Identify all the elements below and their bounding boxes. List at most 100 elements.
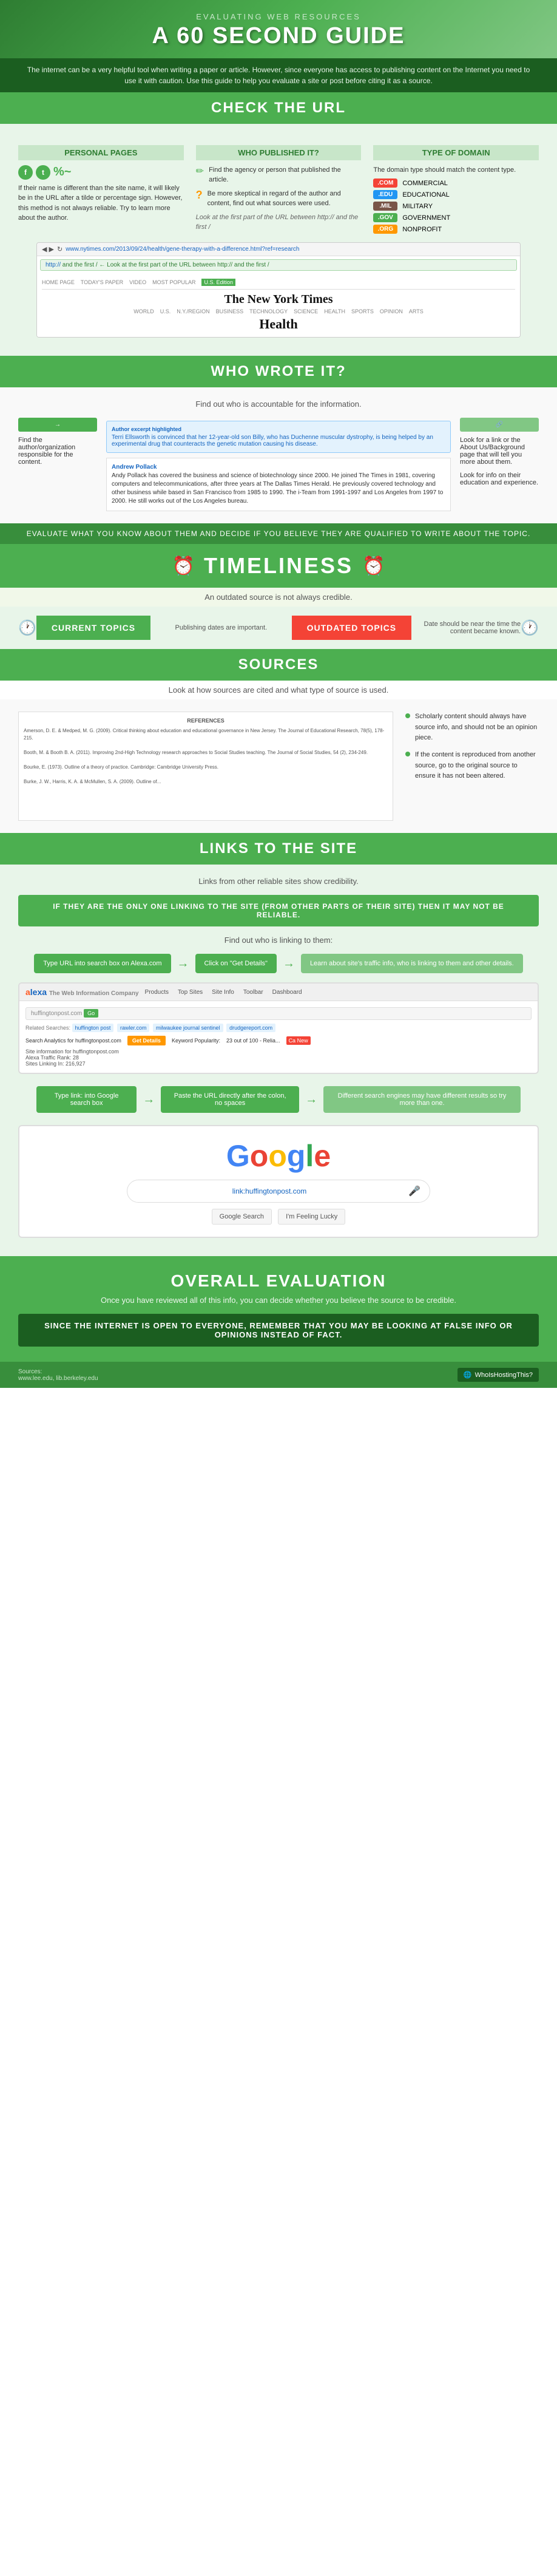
clock-icon-large-right: ⏰ (362, 556, 385, 577)
google-search-button[interactable]: Google Search (212, 1209, 272, 1225)
google-step-2: Paste the URL directly after the colon, … (161, 1086, 299, 1113)
nav-site-info: Site Info (212, 989, 234, 996)
references-box: REFERENCES Amerson, D. E. & Medped, M. G… (18, 712, 393, 821)
who-published-title: Who Published It? (196, 145, 362, 160)
outdated-topics-box: Outdated Topics (292, 616, 412, 640)
type-of-domain-title: Type of Domain (373, 145, 539, 160)
sources-bullet-1: Scholarly content should always have sou… (405, 712, 539, 744)
whois-icon: 🌐 (464, 1371, 472, 1379)
url-bar: ◀ ▶ ↻ www.nytimes.com/2013/09/24/health/… (37, 243, 520, 256)
author-bio: Andrew Pollack Andy Pollack has covered … (106, 458, 451, 511)
author-bio-text: Andy Pollack has covered the business an… (112, 472, 445, 506)
sources-title: Sources (0, 649, 557, 681)
references-text: Amerson, D. E. & Medped, M. G. (2009). C… (24, 727, 388, 786)
timeliness-title-bar: ⏰ Timeliness ⏰ (0, 544, 557, 588)
whois-label: WhoIsHostingThis? (475, 1371, 533, 1379)
person-icon: f (18, 165, 33, 180)
google-search-text: link:huffingtonpost.com (137, 1187, 402, 1195)
google-logo: Google (32, 1138, 525, 1174)
mil-badge: .MIL (373, 202, 397, 211)
flow-arrow-3: → (143, 1093, 155, 1107)
get-details-button[interactable]: Get Details (127, 1036, 166, 1045)
links-description: Links from other reliable sites show cre… (18, 877, 539, 886)
who-wrote-section: Find out who is accountable for the info… (0, 387, 557, 523)
timeliness-title: Timeliness (204, 553, 353, 579)
google-step2-text: Paste the URL directly after the colon, … (174, 1092, 286, 1107)
left-label: Find the author/organization responsible… (18, 437, 97, 466)
find-out-text: Find out who is linking to them: (18, 936, 539, 945)
overall-warning: Since the Internet is open to everyone, … (18, 1314, 539, 1347)
alexa-nav: Products Top Sites Site Info Toolbar Das… (145, 989, 302, 996)
nav-products: Products (145, 989, 169, 996)
domain-org: .ORG NONPROFIT (373, 225, 539, 234)
im-feeling-lucky-button[interactable]: I'm Feeling Lucky (278, 1209, 345, 1225)
nyt-section: Health (42, 316, 515, 332)
keyword-value: 23 out of 100 - Relia... (226, 1038, 280, 1044)
wrote-center-col: Author excerpt highlighted Terri Ellswor… (106, 418, 451, 511)
alexa-tag-2: rawler.com (117, 1024, 150, 1032)
bottom-label: Look for info on their education and exp… (460, 472, 539, 486)
org-badge: .ORG (373, 225, 397, 234)
links-title: Links to the Site (0, 833, 557, 865)
alexa-search-text: huffingtonpost.com (31, 1010, 82, 1017)
nav-toolbar: Toolbar (243, 989, 263, 996)
alexa-go-button[interactable]: Go (84, 1009, 98, 1018)
flow-arrow-4: → (305, 1093, 317, 1107)
sources-right: Scholarly content should always have sou… (405, 712, 539, 821)
who-wrote-title: Who Wrote It? (0, 356, 557, 387)
type-of-domain-col: Type of Domain The domain type should ma… (373, 145, 539, 237)
alexa-logo: alexa The Web Information Company (25, 987, 139, 997)
domain-note: The domain type should match the content… (373, 165, 539, 175)
about-box: 🔗 (460, 418, 539, 432)
domain-gov: .GOV GOVERNMENT (373, 213, 539, 222)
references-header: REFERENCES (24, 717, 388, 725)
alexa-related-searches: Related Searches: huffington post rawler… (25, 1024, 532, 1032)
links-warning: If they are the only one linking to the … (18, 895, 539, 926)
g-letter-o1: o (250, 1139, 269, 1173)
overall-description: Once you have reviewed all of this info,… (18, 1296, 539, 1305)
alexa-analytics-label: Search Analytics for huffingtonpost.com (25, 1038, 121, 1044)
sources-bullet-2: If the content is reproduced from anothe… (405, 750, 539, 782)
who-published-note: Look at the first part of the URL betwee… (196, 212, 362, 233)
links-content: Links from other reliable sites show cre… (0, 865, 557, 1256)
domain-list: .COM COMMERCIAL .EDU EDUCATIONAL .MIL MI… (373, 178, 539, 234)
timeliness-section: ⏰ Timeliness ⏰ An outdated source is not… (0, 544, 557, 649)
clock-right: 🕐 (521, 619, 539, 637)
timeliness-subtitle: An outdated source is not always credibl… (0, 588, 557, 607)
mic-icon: 🎤 (408, 1185, 420, 1197)
current-topics-box: Current Topics (36, 616, 150, 640)
url-annotation-note: http:// and the first / ← Look at the fi… (40, 259, 517, 271)
check-url-section: Personal Pages f t %~ If their name is d… (0, 124, 557, 356)
pencil-icon: ✏ (196, 165, 204, 177)
sources-bullet1-text: Scholarly content should always have sou… (415, 712, 539, 744)
alexa-rank-text: Site information for huffingtonpost.com (25, 1048, 532, 1055)
check-url-title: Check the URL (0, 92, 557, 124)
g-letter-e: e (314, 1139, 331, 1173)
arrow-icon: → (55, 421, 61, 428)
sources-description: Look at how sources are cited and what t… (0, 681, 557, 699)
alexa-step-2: Click on "Get Details" (195, 954, 277, 973)
alexa-tag-1: huffington post (72, 1024, 114, 1032)
personal-pages-title: Personal Pages (18, 145, 184, 160)
header-subtitle: Evaluating Web Resources (18, 12, 539, 21)
edu-badge: .EDU (373, 190, 397, 199)
twitter-icon: t (36, 165, 50, 180)
domain-mil: .MIL MILITARY (373, 202, 539, 211)
author-name: Andrew Pollack (112, 463, 445, 472)
g-letter-g: g (287, 1139, 306, 1173)
google-flow-steps: Type link: into Google search box → Past… (18, 1080, 539, 1119)
sources-left: REFERENCES Amerson, D. E. & Medped, M. G… (18, 712, 393, 821)
timeliness-topics-row: 🕐 Current Topics Publishing dates are im… (0, 607, 557, 649)
author-excerpt-box: Author excerpt highlighted Terri Ellswor… (106, 421, 451, 453)
gov-badge: .GOV (373, 213, 397, 222)
refresh-icon: ↻ (57, 245, 62, 253)
nav-dashboard: Dashboard (272, 989, 302, 996)
google-search-bar[interactable]: link:huffingtonpost.com 🎤 (127, 1180, 430, 1203)
alexa-step2-text: Click on "Get Details" (204, 960, 268, 967)
header-section: Evaluating Web Resources A 60 Second Gui… (0, 0, 557, 58)
alexa-search-bar[interactable]: huffingtonpost.com Go (25, 1007, 532, 1020)
overall-title: Overall Evaluation (18, 1271, 539, 1291)
alexa-mockup: alexa The Web Information Company Produc… (18, 982, 539, 1074)
nav-top-sites: Top Sites (178, 989, 203, 996)
alexa-traffic-rank: Alexa Traffic Rank: 28 (25, 1055, 532, 1061)
